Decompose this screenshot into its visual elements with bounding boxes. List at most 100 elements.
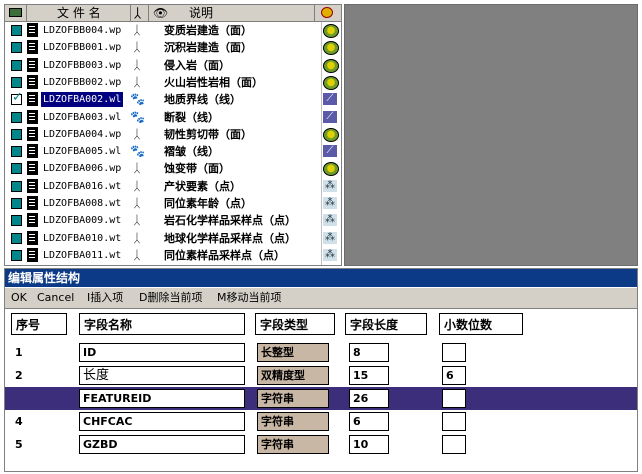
line-icon[interactable]: ⟋ [323, 93, 337, 106]
field-decimals-input[interactable] [442, 412, 466, 431]
menu-move[interactable]: M移动当前项 [217, 288, 282, 308]
layer-glyph-icon: 🐾 [130, 92, 145, 107]
field-name-input[interactable]: FEATUREID [79, 389, 245, 408]
header-visibility-col[interactable] [5, 5, 27, 21]
header-file-name[interactable]: 文 件 名 [27, 5, 131, 21]
menu-delete[interactable]: D删除当前项 [139, 288, 202, 308]
visibility-checkbox[interactable] [11, 59, 22, 71]
field-type-select[interactable]: 长整型 [257, 343, 329, 362]
header-type-col[interactable]: ᛸ [131, 5, 149, 21]
field-type-select[interactable]: 字符串 [257, 412, 329, 431]
file-description: 地质界线（线） [164, 93, 241, 107]
point-icon[interactable]: ⁂ [323, 231, 337, 244]
polygon-area-icon[interactable]: ● [323, 58, 339, 73]
menu-insert[interactable]: I插入项 [87, 288, 123, 308]
list-item[interactable]: LDZOFBA016.wt ᛸ 产状要素（点） ⁂ [5, 178, 337, 195]
field-length-input[interactable]: 26 [349, 389, 389, 408]
table-row[interactable]: 3 FEATUREID 字符串 26 [5, 387, 637, 410]
table-row[interactable]: 1 ID 长整型 8 [5, 341, 637, 364]
field-type-select[interactable]: 双精度型 [257, 366, 329, 385]
polygon-area-icon[interactable]: ● [323, 75, 339, 90]
field-name-input[interactable]: ID [79, 343, 245, 362]
visibility-checkbox[interactable] [11, 215, 22, 227]
list-item[interactable]: LDZOFBB001.wp ᛸ 沉积岩建造（面） ● [5, 39, 339, 56]
list-item[interactable]: LDZOFBA003.wl 🐾 断裂（线） ⟋ [5, 109, 337, 126]
file-description: 蚀变带（面） [164, 162, 230, 176]
visibility-checkbox[interactable]: ✓ [11, 91, 23, 106]
header-symbol-col[interactable] [315, 5, 341, 21]
list-item[interactable]: LDZOFBA005.wl 🐾 褶皱（线） ⟋ [5, 143, 337, 160]
header-description[interactable]: 👁 说明 [149, 5, 315, 21]
file-description: 沉积岩建造（面） [164, 41, 252, 55]
table-row[interactable]: 5 GZBD 字符串 10 [5, 433, 637, 456]
field-decimals-input[interactable]: 6 [442, 366, 466, 385]
layer-glyph-icon: ᛸ [133, 213, 141, 228]
field-index: 3 [15, 392, 23, 405]
field-length-input[interactable]: 6 [349, 412, 389, 431]
point-icon[interactable]: ⁂ [323, 197, 337, 209]
field-index: 2 [15, 369, 23, 382]
field-index: 4 [15, 415, 23, 428]
field-decimals-input[interactable] [442, 389, 466, 408]
file-description: 地球化学样品采样点（点） [164, 231, 296, 245]
list-item[interactable]: LDZOFBA008.wt ᛸ 同位素年龄（点） ⁂ [5, 195, 337, 212]
visibility-checkbox[interactable] [11, 163, 22, 175]
editor-menu-bar: OK Cancel I插入项 D删除当前项 M移动当前项 [5, 288, 637, 309]
file-name: LDZOFBB003.wp [43, 59, 122, 71]
line-icon[interactable]: ⟋ [323, 145, 337, 158]
list-item[interactable]: ✓ LDZOFBA002.wl 🐾 地质界线（线） ⟋ [5, 91, 337, 108]
file-name: LDZOFBA006.wp [43, 163, 122, 175]
point-icon[interactable]: ⁂ [323, 179, 337, 192]
map-view[interactable] [344, 4, 638, 266]
field-type-select[interactable]: 字符串 [257, 435, 329, 454]
list-item[interactable]: LDZOFBA010.wt ᛸ 地球化学样品采样点（点） ⁂ [5, 230, 337, 247]
visibility-checkbox[interactable] [11, 128, 22, 140]
field-length-input[interactable]: 8 [349, 343, 389, 362]
visibility-checkbox[interactable] [11, 111, 22, 123]
list-item[interactable]: LDZOFBB003.wp ᛸ 侵入岩（面） ● [5, 57, 339, 74]
file-description: 变质岩建造（面） [164, 24, 252, 37]
attribute-structure-editor: 编辑属性结构 OK Cancel I插入项 D删除当前项 M移动当前项 序号 字… [4, 268, 638, 472]
app-root: 文 件 名 ᛸ 👁 说明 LDZOFBB004.wp ᛸ 变质岩建造（面） ● LDZO… [0, 0, 642, 474]
file-description: 同位素样品采样点（点） [164, 248, 285, 262]
list-item[interactable]: LDZOFBB002.wp ᛸ 火山岩性岩相（面） ● [5, 74, 339, 91]
visibility-checkbox[interactable] [11, 232, 22, 244]
visibility-checkbox[interactable] [11, 249, 22, 261]
point-icon[interactable]: ⁂ [323, 248, 337, 261]
field-name-input[interactable]: GZBD [79, 435, 245, 454]
field-name-input[interactable]: 长度 [79, 366, 245, 385]
visibility-checkbox[interactable] [11, 25, 22, 36]
menu-ok[interactable]: OK [11, 288, 27, 308]
file-icon [27, 213, 38, 228]
visibility-checkbox[interactable] [11, 76, 22, 88]
polygon-area-icon[interactable]: ● [323, 127, 339, 142]
field-length-input[interactable]: 15 [349, 366, 389, 385]
visibility-checkbox[interactable] [11, 180, 22, 192]
table-row[interactable]: 4 CHFCAC 字符串 6 [5, 410, 637, 433]
layer-glyph-icon: ᛸ [133, 40, 141, 55]
visibility-checkbox[interactable] [11, 198, 22, 209]
visibility-checkbox[interactable] [11, 146, 22, 158]
list-item[interactable]: LDZOFBB004.wp ᛸ 变质岩建造（面） ● [5, 22, 339, 39]
layer-glyph-icon: ᛸ [133, 247, 141, 262]
field-length-input[interactable]: 10 [349, 435, 389, 454]
field-decimals-input[interactable] [442, 435, 466, 454]
layer-file-list[interactable]: 文 件 名 ᛸ 👁 说明 LDZOFBB004.wp ᛸ 变质岩建造（面） ● LDZO… [4, 4, 342, 266]
table-row[interactable]: 2 长度 双精度型 15 6 [5, 364, 637, 387]
layer-glyph-icon: ᛸ [133, 161, 141, 176]
list-item[interactable]: LDZOFBA009.wt ᛸ 岩石化学样品采样点（点） ⁂ [5, 212, 337, 229]
field-name-input[interactable]: CHFCAC [79, 412, 245, 431]
line-icon[interactable]: ⟋ [323, 110, 337, 123]
menu-cancel[interactable]: Cancel [37, 288, 74, 308]
field-type-select[interactable]: 字符串 [257, 389, 329, 408]
list-item[interactable]: LDZOFBA006.wp ᛸ 蚀变带（面） ● [5, 160, 339, 177]
file-icon [27, 247, 38, 262]
point-icon[interactable]: ⁂ [323, 214, 337, 227]
column-decimals-header: 小数位数 [439, 313, 523, 335]
list-item[interactable]: LDZOFBA011.wt ᛸ 同位素样品采样点（点） ⁂ [5, 247, 337, 264]
file-name: LDZOFBA005.wl [43, 146, 122, 158]
list-item[interactable]: LDZOFBA004.wp ᛸ 韧性剪切带（面） ● [5, 126, 339, 143]
field-decimals-input[interactable] [442, 343, 466, 362]
visibility-checkbox[interactable] [11, 42, 22, 54]
polygon-area-icon[interactable]: ● [323, 24, 339, 38]
